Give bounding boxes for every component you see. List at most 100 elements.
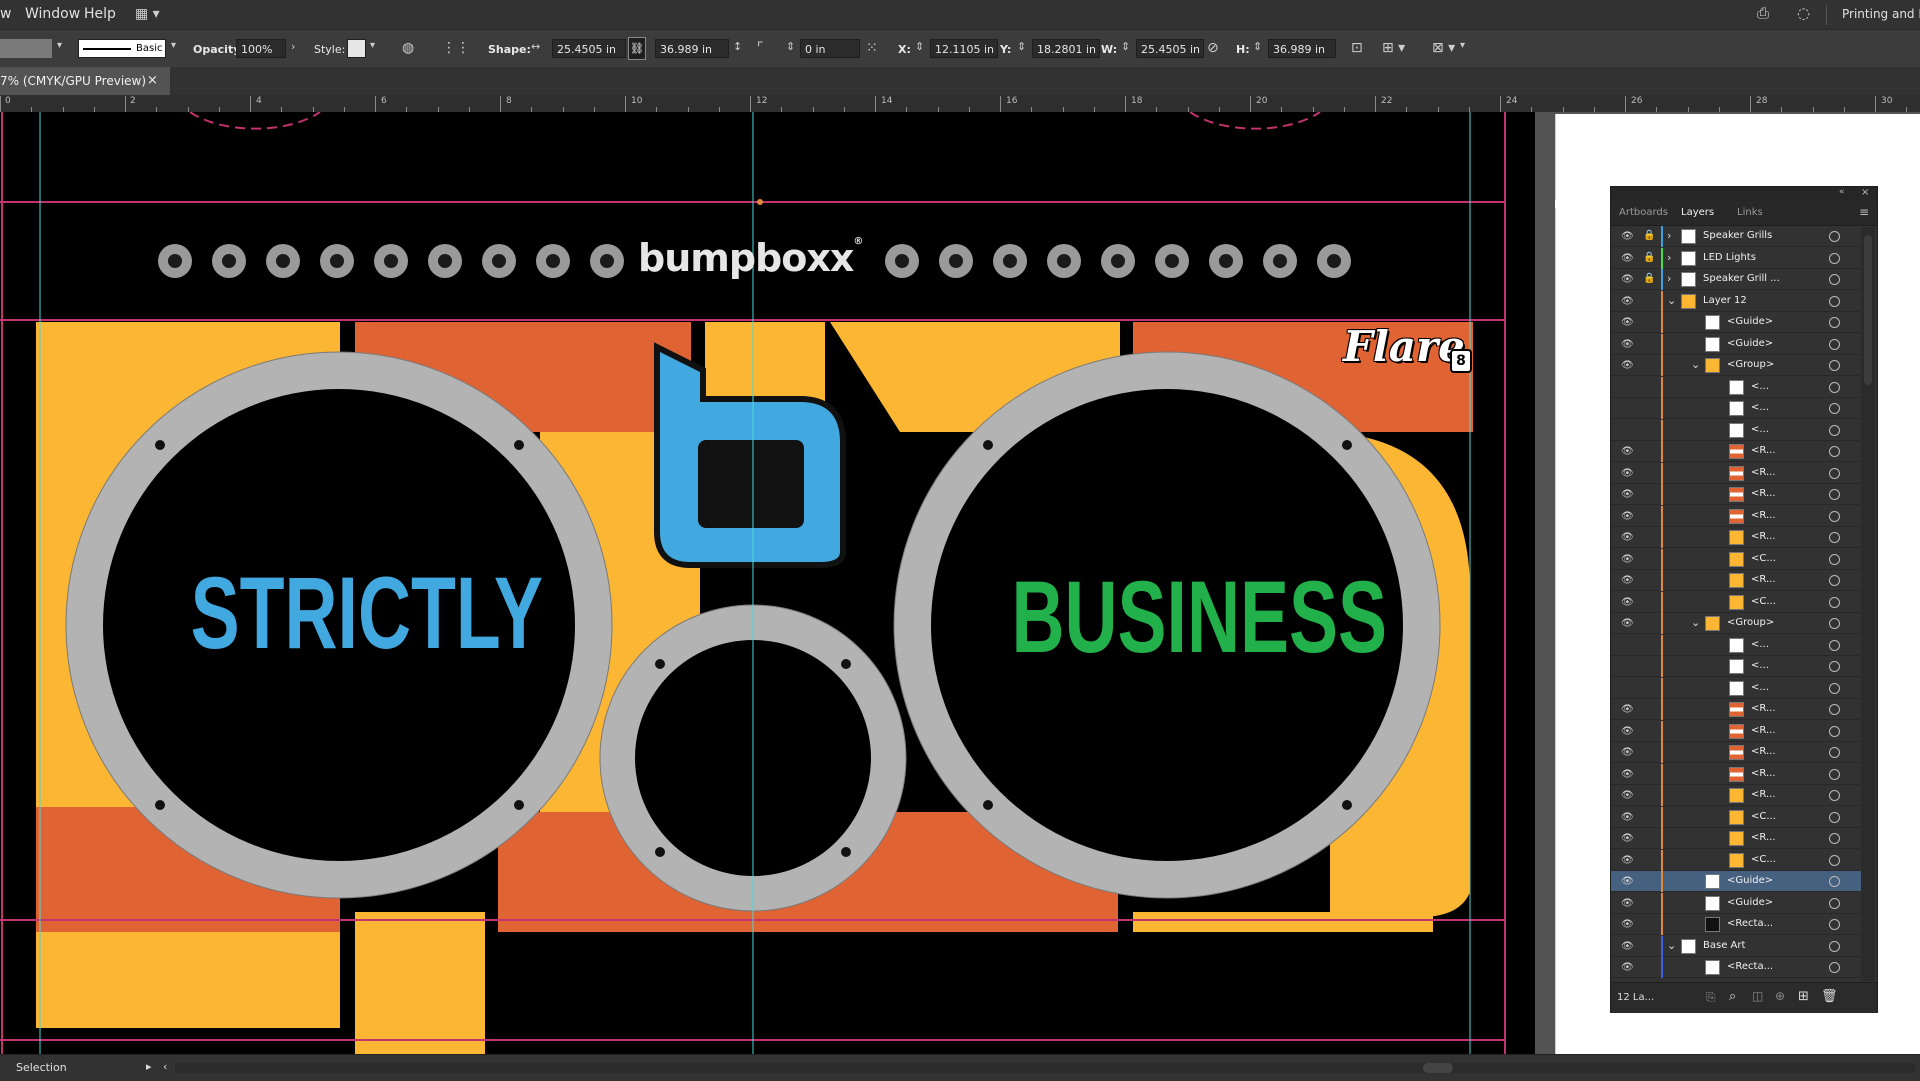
layer-row[interactable]: 👁 🔒 › Speaker Grills	[1611, 226, 1861, 247]
artboard-1[interactable]: bumpboxx® Flare 8 STRICTLY BUSINESS	[0, 112, 1535, 1054]
target-circle-icon[interactable]	[1829, 317, 1840, 328]
layer-row[interactable]: 👁 <C...	[1611, 806, 1861, 828]
layers-scrollbar[interactable]	[1861, 227, 1875, 981]
target-circle-icon[interactable]	[1829, 252, 1840, 264]
visibility-eye-icon[interactable]: 👁	[1621, 296, 1634, 307]
layer-row[interactable]: 👁 <Guide>	[1611, 871, 1861, 892]
visibility-eye-icon[interactable]: 👁	[1621, 790, 1634, 801]
isolate-icon[interactable]: ⊠ ▾	[1432, 40, 1455, 56]
target-circle-icon[interactable]	[1829, 618, 1840, 629]
menu-window[interactable]: Window	[25, 6, 80, 22]
layer-row[interactable]: 👁 ⌄ <Group>	[1611, 355, 1861, 376]
constrain-wh-icon[interactable]: ⊘	[1207, 40, 1219, 56]
target-circle-icon[interactable]	[1829, 575, 1840, 586]
target-circle-icon[interactable]	[1829, 231, 1840, 242]
w-stepper-icon[interactable]: ⇕	[1121, 40, 1130, 53]
layer-row[interactable]: 👁 ⌄ Layer 12	[1611, 290, 1861, 312]
arrange-documents-icon[interactable]: ▦ ▾	[135, 6, 160, 22]
layer-row[interactable]: 👁 <R...	[1611, 484, 1861, 505]
anchor-point[interactable]	[757, 199, 763, 205]
visibility-eye-icon[interactable]: 👁	[1621, 962, 1634, 973]
target-circle-icon[interactable]	[1829, 747, 1840, 758]
chevron-right-icon[interactable]: ›	[291, 40, 295, 53]
layer-row[interactable]: 👁 <R...	[1611, 785, 1861, 806]
graphic-style-swatch[interactable]	[347, 39, 366, 58]
layer-row[interactable]: 👁 <Recta...	[1611, 914, 1861, 935]
visibility-eye-icon[interactable]: 👁	[1621, 618, 1634, 629]
document-tab[interactable]: 7% (CMYK/GPU Preview) ×	[0, 67, 170, 95]
panel-header[interactable]: « ×	[1611, 187, 1877, 201]
visibility-eye-icon[interactable]: 👁	[1621, 704, 1634, 715]
visibility-eye-icon[interactable]: 👁	[1621, 597, 1634, 608]
chevron-down-icon[interactable]: ⌄	[1667, 294, 1676, 307]
shape-height-input[interactable]: 36.989 in	[655, 39, 729, 58]
horizontal-scroll-thumb[interactable]	[1423, 1063, 1453, 1073]
target-circle-icon[interactable]	[1829, 553, 1840, 565]
visibility-eye-icon[interactable]: 👁	[1621, 274, 1634, 285]
corner-type-icon[interactable]: ⌜	[757, 40, 764, 56]
opacity-input[interactable]: 100%	[236, 39, 286, 58]
y-input[interactable]: 18.2801 in	[1032, 39, 1100, 58]
constrain-proportions-icon[interactable]: ⛓	[628, 37, 646, 60]
layer-row[interactable]: 👁 <C...	[1611, 591, 1861, 613]
layer-row[interactable]: <...	[1611, 634, 1861, 656]
target-circle-icon[interactable]	[1829, 639, 1840, 651]
align-panel-icon[interactable]: ⊞ ▾	[1382, 40, 1405, 56]
visibility-eye-icon[interactable]: 👁	[1621, 317, 1634, 328]
layer-row[interactable]: 👁 <R...	[1611, 699, 1861, 720]
layer-row[interactable]: 👁 🔒 › Speaker Grill ...	[1611, 269, 1861, 290]
layer-row[interactable]: <...	[1611, 398, 1861, 419]
layer-row[interactable]: 👁 <R...	[1611, 462, 1861, 484]
target-circle-icon[interactable]	[1829, 424, 1840, 436]
target-circle-icon[interactable]	[1829, 467, 1840, 479]
visibility-eye-icon[interactable]: 👁	[1621, 769, 1634, 780]
layer-row[interactable]: 👁 <Guide>	[1611, 312, 1861, 333]
visibility-eye-icon[interactable]: 👁	[1621, 489, 1634, 500]
target-circle-icon[interactable]	[1829, 596, 1840, 608]
close-icon[interactable]: ×	[147, 67, 158, 95]
clipping-mask-icon[interactable]: ◫	[1752, 989, 1763, 1003]
target-circle-icon[interactable]	[1829, 381, 1840, 393]
visibility-eye-icon[interactable]: 👁	[1621, 812, 1634, 823]
h-input[interactable]: 36.989 in	[1268, 39, 1336, 58]
target-circle-icon[interactable]	[1829, 446, 1840, 457]
chevron-down-icon[interactable]: ⌄	[1691, 358, 1700, 371]
tab-artboards[interactable]: Artboards	[1619, 207, 1668, 218]
layer-row[interactable]: 👁 <R...	[1611, 441, 1861, 462]
layer-row[interactable]: <...	[1611, 656, 1861, 677]
scroll-left-icon[interactable]: ‹	[163, 1060, 167, 1073]
target-circle-icon[interactable]	[1829, 854, 1840, 866]
layer-row[interactable]: 👁 <R...	[1611, 763, 1861, 785]
x-input[interactable]: 12.1105 in	[930, 39, 998, 58]
horizontal-ruler[interactable]: 0 2 4 6 8 10 12 14 16 18 20 22 24 26 28 …	[0, 95, 1920, 113]
target-circle-icon[interactable]	[1829, 940, 1840, 952]
layer-row[interactable]: <...	[1611, 376, 1861, 398]
menu-help[interactable]: Help	[84, 6, 116, 22]
visibility-eye-icon[interactable]: 👁	[1621, 855, 1634, 866]
layer-row[interactable]: 👁 <R...	[1611, 570, 1861, 591]
w-input[interactable]: 25.4505 in	[1136, 39, 1204, 58]
tab-layers[interactable]: Layers	[1681, 207, 1714, 218]
lock-icon[interactable]: 🔒	[1643, 230, 1655, 241]
delete-layer-icon[interactable]: 🗑	[1821, 989, 1838, 1004]
target-circle-icon[interactable]	[1829, 403, 1840, 414]
visibility-eye-icon[interactable]: 👁	[1621, 446, 1634, 457]
new-sublayer-icon[interactable]: ⊕	[1775, 989, 1785, 1003]
visibility-eye-icon[interactable]: 👁	[1621, 511, 1634, 522]
target-circle-icon[interactable]	[1829, 725, 1840, 737]
target-circle-icon[interactable]	[1829, 532, 1840, 543]
visibility-eye-icon[interactable]: 👁	[1621, 554, 1634, 565]
layer-row[interactable]: 👁 <R...	[1611, 527, 1861, 548]
visibility-eye-icon[interactable]: 👁	[1621, 360, 1634, 371]
target-circle-icon[interactable]	[1829, 768, 1840, 780]
layer-row[interactable]: 👁 <Guide>	[1611, 892, 1861, 914]
layer-row[interactable]: 👁 <Recta...	[1611, 957, 1861, 978]
visibility-eye-icon[interactable]: 👁	[1621, 919, 1634, 930]
collect-export-icon[interactable]: ⎘	[1706, 990, 1716, 1005]
transform-icon[interactable]: ⊡	[1351, 40, 1363, 56]
close-panel-icon[interactable]: ×	[1861, 187, 1869, 198]
layer-row[interactable]: <...	[1611, 677, 1861, 699]
share-icon[interactable]: ⎙	[1757, 4, 1769, 22]
visibility-eye-icon[interactable]: 👁	[1621, 532, 1634, 543]
chevron-down-icon[interactable]: ▾	[171, 40, 176, 51]
